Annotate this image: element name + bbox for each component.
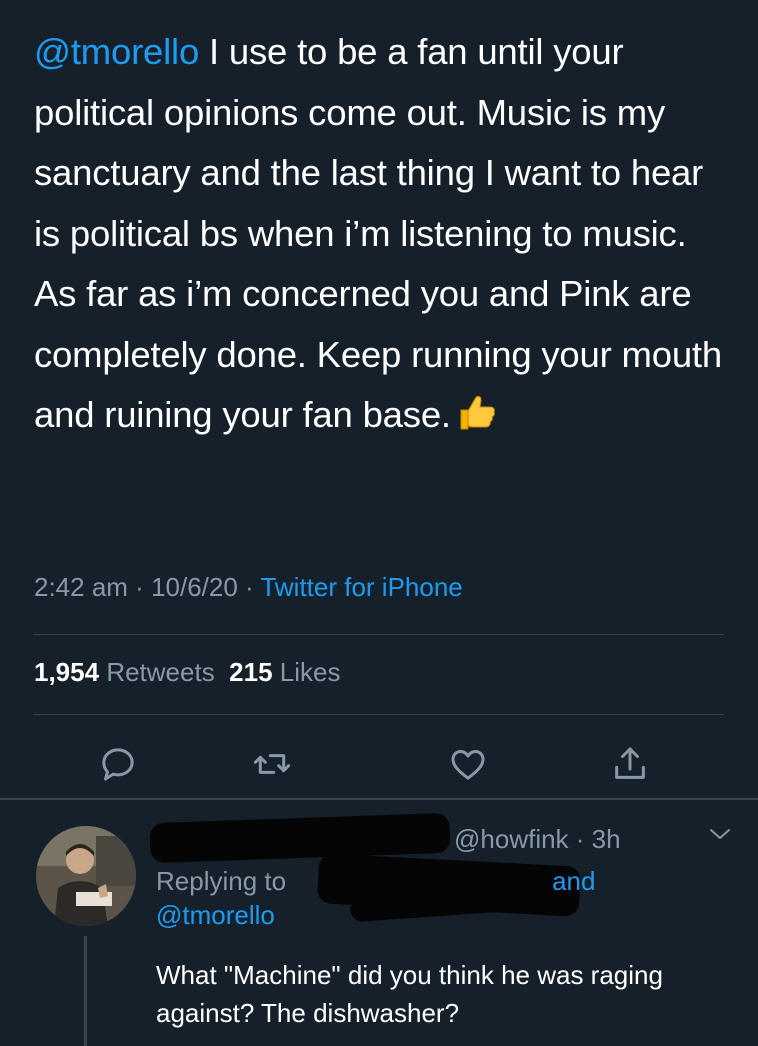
- tweet-action-bar: [0, 740, 758, 790]
- reply-mention-link[interactable]: @tmorello: [156, 900, 275, 930]
- tweet-meta: 2:42 am · 10/6/20 · Twitter for iPhone: [34, 572, 463, 603]
- reply-button[interactable]: [94, 740, 142, 788]
- redaction-mark: [149, 812, 451, 864]
- replying-to: Replying to and @tmorello: [156, 864, 595, 932]
- divider: [34, 714, 724, 715]
- tweet-source-link[interactable]: Twitter for iPhone: [260, 572, 462, 602]
- heart-icon: [451, 750, 485, 780]
- reply-handle[interactable]: @howfink: [454, 824, 569, 854]
- likes-label: Likes: [279, 657, 341, 687]
- tweet-stats: 1,954 Retweets 215 Likes: [34, 657, 340, 688]
- tweet-date: 10/6/20: [151, 572, 238, 602]
- thumbs-up-emoji-icon: [455, 391, 497, 452]
- retweets-label: Retweets: [106, 657, 215, 687]
- chevron-down-icon[interactable]: [706, 822, 734, 846]
- reply-icon: [102, 748, 134, 781]
- retweets-stat[interactable]: 1,954 Retweets: [34, 657, 215, 687]
- tweet-time: 2:42 am: [34, 572, 128, 602]
- thread-line: [84, 936, 87, 1046]
- replying-to-label: Replying to: [156, 866, 287, 896]
- divider: [34, 634, 724, 635]
- retweet-button[interactable]: [248, 740, 296, 788]
- meta-separator: ·: [568, 824, 592, 854]
- tweet-body-text: I use to be a fan until your political o…: [34, 31, 722, 435]
- replying-and: and: [552, 866, 596, 896]
- likes-count: 215: [229, 657, 273, 687]
- avatar[interactable]: [36, 826, 136, 926]
- share-icon: [615, 747, 645, 779]
- retweet-icon: [253, 754, 291, 774]
- share-button[interactable]: [606, 740, 654, 788]
- reply-text: What "Machine" did you think he was ragi…: [156, 960, 663, 1028]
- likes-stat[interactable]: 215 Likes: [229, 657, 340, 687]
- like-button[interactable]: [444, 740, 492, 788]
- tweet-mention-link[interactable]: @tmorello: [34, 31, 199, 72]
- retweets-count: 1,954: [34, 657, 100, 687]
- divider: [0, 798, 758, 800]
- reply-time: 3h: [591, 824, 621, 854]
- meta-separator: ·: [127, 572, 152, 602]
- meta-separator: ·: [237, 572, 261, 602]
- tweet-text: @tmorello I use to be a fan until your p…: [34, 22, 724, 452]
